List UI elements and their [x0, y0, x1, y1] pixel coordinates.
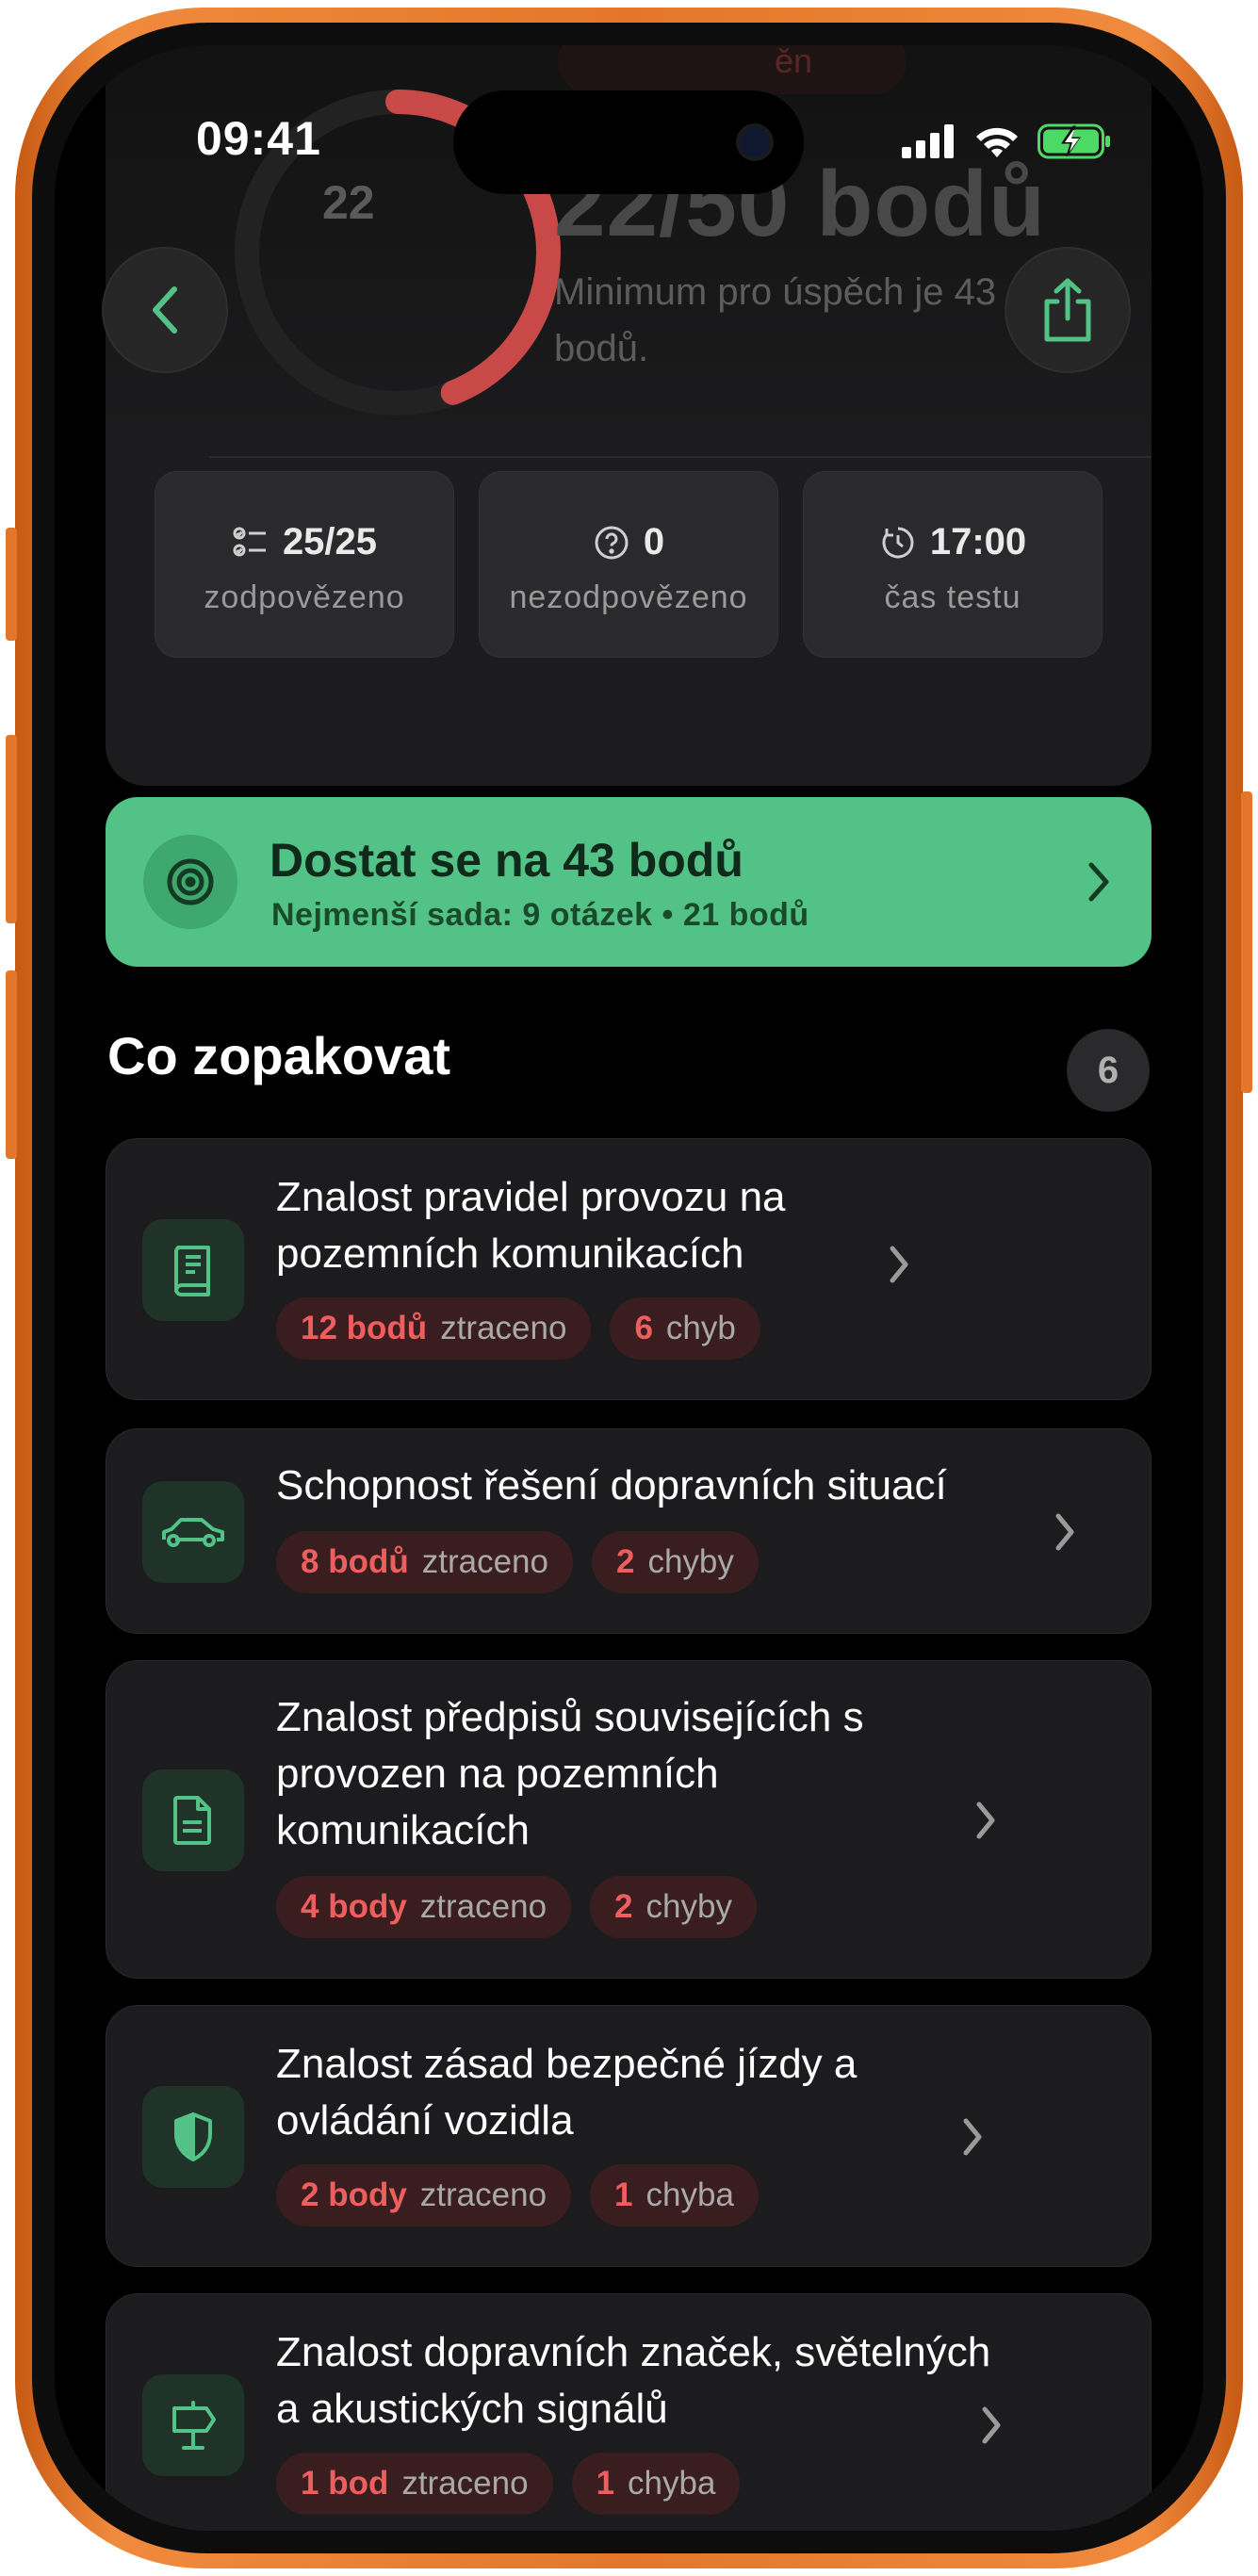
chevron-right-icon	[963, 2118, 982, 2156]
count-badge: 6	[1067, 1029, 1150, 1112]
chevron-right-icon	[1055, 1513, 1074, 1551]
points-lost-chip: 12 bodů ztraceno	[276, 1297, 592, 1360]
back-button[interactable]	[104, 249, 226, 371]
signpost-icon	[142, 2374, 244, 2476]
topic-title: Znalost dopravních značek, světelných a …	[276, 2329, 991, 2432]
topic-title: Znalost předpisů souvisejících s provoze…	[276, 1694, 864, 1853]
stat-value: 17:00	[929, 521, 1027, 562]
topic-title: Znalost zásad bezpečné jízdy a ovládání …	[276, 2041, 858, 2144]
chevron-right-icon	[1088, 862, 1109, 902]
action-button	[6, 528, 17, 641]
shield-icon	[142, 2086, 244, 2188]
book-icon	[142, 1219, 244, 1321]
battery-charging-icon	[1037, 123, 1110, 159]
power-button	[1241, 791, 1252, 1093]
score-subtitle: Minimum pro úspěch je 43 bodů.	[554, 271, 997, 369]
section-title: Co zopakovat	[107, 1026, 451, 1085]
target-icon	[143, 835, 237, 929]
gauge-value: 22	[322, 176, 375, 229]
chevron-right-icon	[890, 1246, 908, 1283]
errors-chip: 2 chyby	[591, 1531, 759, 1593]
screen: ěn 22 22/50 bodů Minimum pro úspěch je 4…	[55, 45, 1203, 2531]
question-circle-icon	[595, 526, 629, 559]
stat-test-time: 17:00 čas testu	[803, 471, 1103, 658]
stat-value: 0	[643, 521, 665, 562]
topic-card[interactable]: Znalost zásad bezpečné jízdy a ovládání …	[106, 2005, 1152, 2267]
topic-chips: 12 bodů ztraceno 6 chyb	[276, 1297, 760, 1360]
topic-title: Znalost pravidel provozu na pozemních ko…	[276, 1174, 786, 1277]
points-lost-chip: 4 body ztraceno	[276, 1876, 572, 1938]
timer-icon	[882, 527, 914, 558]
stat-label: nezodpovězeno	[509, 579, 748, 615]
stat-label: zodpovězeno	[204, 579, 405, 615]
topic-card[interactable]: Znalost pravidel provozu na pozemních ko…	[106, 1138, 1152, 1400]
stat-label: čas testu	[884, 579, 1021, 615]
stat-unanswered: 0 nezodpovězeno	[479, 471, 778, 658]
share-button[interactable]	[1006, 249, 1129, 371]
points-lost-chip: 1 bod ztraceno	[276, 2453, 553, 2515]
divider	[209, 456, 1152, 458]
topic-chips: 4 body ztraceno 2 chyby	[276, 1876, 757, 1938]
checklist-icon	[233, 527, 266, 556]
stat-value: 25/25	[282, 521, 378, 562]
goal-banner[interactable]: Dostat se na 43 bodů Nejmenší sada: 9 ot…	[106, 797, 1152, 967]
errors-chip: 6 chyb	[610, 1297, 760, 1360]
topic-card[interactable]: Znalost dopravních značek, světelných a …	[106, 2293, 1152, 2531]
dynamic-island	[453, 90, 804, 194]
errors-chip: 1 chyba	[590, 2164, 759, 2226]
result-chip: ěn	[558, 45, 907, 94]
camera-icon	[736, 123, 774, 161]
chevron-right-icon	[976, 1802, 995, 1839]
errors-chip: 1 chyba	[571, 2453, 741, 2515]
topic-card[interactable]: Schopnost řešení dopravních situací 8 bo…	[106, 1428, 1152, 1634]
topic-chips: 1 bod ztraceno 1 chyba	[276, 2453, 741, 2515]
chevron-left-icon	[153, 286, 177, 334]
stat-answered: 25/25 zodpovězeno	[155, 471, 454, 658]
volume-up-button	[6, 735, 17, 923]
topic-chips: 2 body ztraceno 1 chyba	[276, 2164, 759, 2226]
goal-subtitle: Nejmenší sada: 9 otázek • 21 bodů	[271, 897, 809, 933]
volume-down-button	[6, 970, 17, 1159]
wifi-icon	[976, 127, 1018, 157]
share-icon	[1044, 278, 1091, 342]
document-icon	[142, 1769, 244, 1871]
errors-chip: 2 chyby	[590, 1876, 757, 1938]
cellular-signal-icon	[902, 124, 954, 158]
points-lost-chip: 2 body ztraceno	[276, 2164, 572, 2226]
status-time: 09:41	[196, 112, 321, 165]
topic-title: Schopnost řešení dopravních situací	[276, 1462, 947, 1508]
topic-chips: 8 bodů ztraceno 2 chyby	[276, 1531, 759, 1593]
topic-card[interactable]: Znalost předpisů souvisejících s provoze…	[106, 1660, 1152, 1979]
goal-title: Dostat se na 43 bodů	[270, 834, 743, 887]
chevron-right-icon	[982, 2406, 1001, 2444]
points-lost-chip: 8 bodů ztraceno	[276, 1531, 573, 1593]
status-icons	[902, 122, 1113, 160]
car-icon	[142, 1481, 244, 1583]
